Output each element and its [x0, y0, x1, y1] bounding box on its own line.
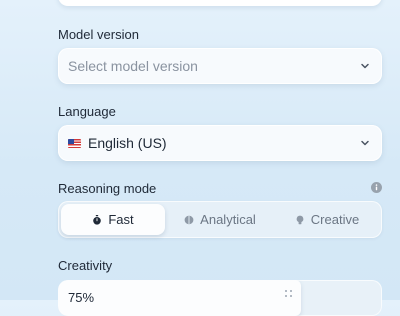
reasoning-option-creative[interactable]: Creative: [275, 204, 379, 235]
previous-field[interactable]: [58, 0, 382, 6]
reasoning-option-label: Creative: [310, 212, 360, 227]
info-icon[interactable]: [371, 182, 382, 193]
stopwatch-icon: [92, 214, 102, 225]
lightbulb-icon: [295, 215, 305, 225]
reasoning-mode-segmented-control: Fast Analytical Creative: [58, 201, 382, 238]
reasoning-mode-label: Reasoning mode: [58, 181, 157, 196]
reasoning-option-analytical[interactable]: Analytical: [168, 204, 272, 235]
reasoning-option-label: Fast: [108, 212, 134, 227]
us-flag-icon: [68, 138, 81, 148]
drag-handle-icon[interactable]: [285, 290, 293, 298]
model-version-select[interactable]: Select model version: [58, 48, 382, 84]
creativity-label: Creativity: [58, 258, 113, 273]
chevron-down-icon: [358, 136, 372, 150]
reasoning-option-label: Analytical: [200, 212, 256, 227]
reasoning-option-fast[interactable]: Fast: [61, 204, 165, 235]
model-version-label: Model version: [58, 27, 139, 42]
chevron-down-icon: [358, 59, 372, 73]
model-version-placeholder: Select model version: [68, 58, 198, 74]
creativity-value: 75%: [68, 290, 95, 305]
brain-icon: [184, 215, 194, 225]
creativity-slider[interactable]: 75%: [58, 280, 382, 316]
language-label: Language: [58, 104, 116, 119]
language-select[interactable]: English (US): [58, 125, 382, 161]
creativity-slider-fill: [58, 280, 301, 316]
language-value: English (US): [88, 135, 167, 151]
